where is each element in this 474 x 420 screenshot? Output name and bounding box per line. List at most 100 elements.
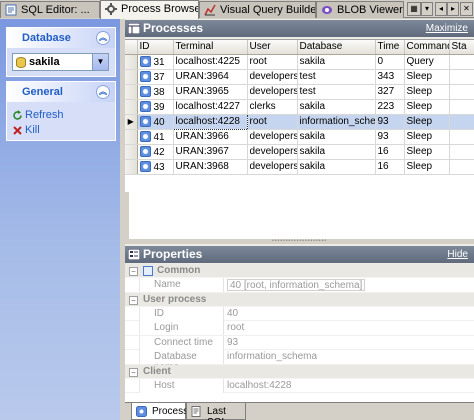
column-header-terminal[interactable]: Terminal (173, 40, 248, 55)
cell-id-value: 39 (153, 101, 165, 113)
table-row[interactable]: 38 URAN:3965 developers test 327 Sleep (125, 84, 474, 100)
property-inspector[interactable]: − Common Name 40 [root, information_sche… (125, 264, 474, 402)
cell-user: root (247, 114, 298, 130)
cell-user: developers (247, 144, 298, 160)
tab-label: SQL Editor: ... (21, 4, 90, 16)
selected-database: sakila (29, 56, 60, 68)
refresh-link[interactable]: Refresh (7, 108, 115, 123)
property-name: Name (139, 278, 224, 292)
database-group-title: Database (22, 32, 71, 44)
maximize-link[interactable]: Maximize (426, 23, 468, 34)
grid-left-scroll-edge[interactable] (125, 192, 129, 239)
row-indicator (125, 159, 138, 175)
cell-id-value: 40 (153, 116, 165, 128)
category-client[interactable]: − Client (125, 364, 474, 379)
tab-scroll-left-icon[interactable]: ◂ (435, 2, 447, 16)
cell-time: 327 (375, 84, 405, 100)
cell-id-value: 38 (153, 86, 165, 98)
property-row[interactable]: Login root (125, 321, 474, 336)
kill-icon (13, 126, 22, 135)
collapse-toggle-icon[interactable]: − (129, 267, 138, 276)
cell-time: 0 (375, 54, 405, 70)
table-row[interactable]: 31 localhost:4225 root sakila 0 Query (125, 54, 474, 70)
general-group-header[interactable]: General ︽ (7, 82, 115, 102)
property-value: 40 (227, 307, 239, 319)
cell-command: Sleep (404, 144, 450, 160)
tab-label: BLOB Viewer (337, 4, 403, 16)
cell-terminal: URAN:3968 (173, 159, 248, 175)
cell-time: 16 (375, 159, 405, 175)
collapse-toggle-icon[interactable]: − (129, 295, 138, 305)
cell-database: sakila (297, 99, 376, 115)
tab-process-browser[interactable]: Process Browser (100, 0, 199, 19)
cell-command: Sleep (404, 84, 450, 100)
category-user-process[interactable]: − User process (125, 292, 474, 307)
cell-terminal: URAN:3967 (173, 144, 248, 160)
property-row[interactable]: Name 40 [root, information_schema] (125, 278, 474, 293)
collapse-chevron-icon[interactable]: ︽ (96, 85, 110, 99)
processes-title: Processes (143, 21, 204, 35)
table-row[interactable]: 39 localhost:4227 clerks sakila 223 Slee… (125, 99, 474, 115)
category-common[interactable]: − Common (125, 264, 474, 278)
collapse-toggle-icon[interactable]: − (129, 367, 138, 377)
row-indicator (125, 54, 138, 70)
hide-link[interactable]: Hide (447, 249, 468, 260)
process-icon (136, 406, 147, 417)
column-header-time[interactable]: Time (375, 40, 405, 55)
property-name: Database name (139, 350, 224, 373)
category-title: Client (143, 365, 171, 377)
cell-database: information_schema (297, 114, 376, 130)
database-group-header[interactable]: Database ︽ (7, 28, 115, 48)
table-row[interactable]: 41 URAN:3966 developers sakila 93 Sleep (125, 129, 474, 145)
table-row[interactable]: 37 URAN:3964 developers test 343 Sleep (125, 69, 474, 85)
row-indicator (125, 99, 138, 115)
kill-link[interactable]: Kill (7, 123, 115, 138)
row-indicator (125, 69, 138, 85)
tab-list-icon[interactable]: ▦ (407, 2, 421, 16)
chevron-down-icon[interactable]: ▼ (92, 54, 108, 70)
property-name: Login (139, 321, 224, 335)
close-icon[interactable]: ✕ (460, 2, 473, 16)
column-header-command[interactable]: Command (404, 40, 450, 55)
tab-blob-viewer[interactable]: BLOB Viewer (316, 1, 404, 18)
cell-time: 223 (375, 99, 405, 115)
property-row[interactable]: Connect time 93 (125, 335, 474, 350)
database-select[interactable]: sakila ▼ (12, 53, 109, 71)
cell-time: 343 (375, 69, 405, 85)
cell-user: root (247, 54, 298, 70)
processes-grid[interactable]: ID Terminal User Database Time Command S… (125, 39, 474, 239)
column-header-user[interactable]: User (247, 40, 298, 55)
process-browser-icon (105, 3, 117, 15)
tab-sql-editor[interactable]: SQL Editor: ... (0, 1, 100, 18)
column-header-database[interactable]: Database (297, 40, 376, 55)
process-icon (139, 70, 151, 82)
column-header-id[interactable]: ID (137, 40, 174, 55)
pane-splitter[interactable]: •••••••••••••••••••• (125, 239, 474, 244)
property-row[interactable]: Database name information_schema (125, 350, 474, 373)
cell-state (449, 69, 474, 85)
cell-time: 93 (375, 114, 405, 130)
cell-command: Sleep (404, 129, 450, 145)
property-row[interactable]: ID 40 (125, 306, 474, 321)
tab-process[interactable]: Process (131, 403, 188, 420)
cell-id: 39 (137, 99, 174, 115)
tab-last-sql[interactable]: Last SQL (186, 403, 246, 420)
row-indicator (125, 144, 138, 160)
column-header-state[interactable]: Sta (449, 40, 474, 55)
tab-visual-query-builder[interactable]: Visual Query Builder (199, 1, 316, 18)
general-group-title: General (22, 86, 63, 98)
tab-dropdown-icon[interactable]: ▾ (421, 2, 433, 16)
cell-terminal: localhost:4225 (173, 54, 248, 70)
cell-database: sakila (297, 54, 376, 70)
property-value: root (227, 322, 245, 333)
database-icon (16, 57, 26, 68)
cell-id-value: 43 (153, 161, 165, 173)
property-row[interactable]: Host localhost:4228 (125, 378, 474, 393)
table-row-selected[interactable]: ▶ 40 localhost:4228 root information_sch… (125, 113, 474, 130)
collapse-chevron-icon[interactable]: ︽ (96, 31, 110, 45)
property-value: information_schema (227, 351, 318, 362)
table-row[interactable]: 42 URAN:3967 developers sakila 16 Sleep (125, 144, 474, 160)
table-row[interactable]: 43 URAN:3968 developers sakila 16 Sleep (125, 159, 474, 175)
tab-scroll-right-icon[interactable]: ▸ (447, 2, 459, 16)
cell-database: sakila (297, 144, 376, 160)
